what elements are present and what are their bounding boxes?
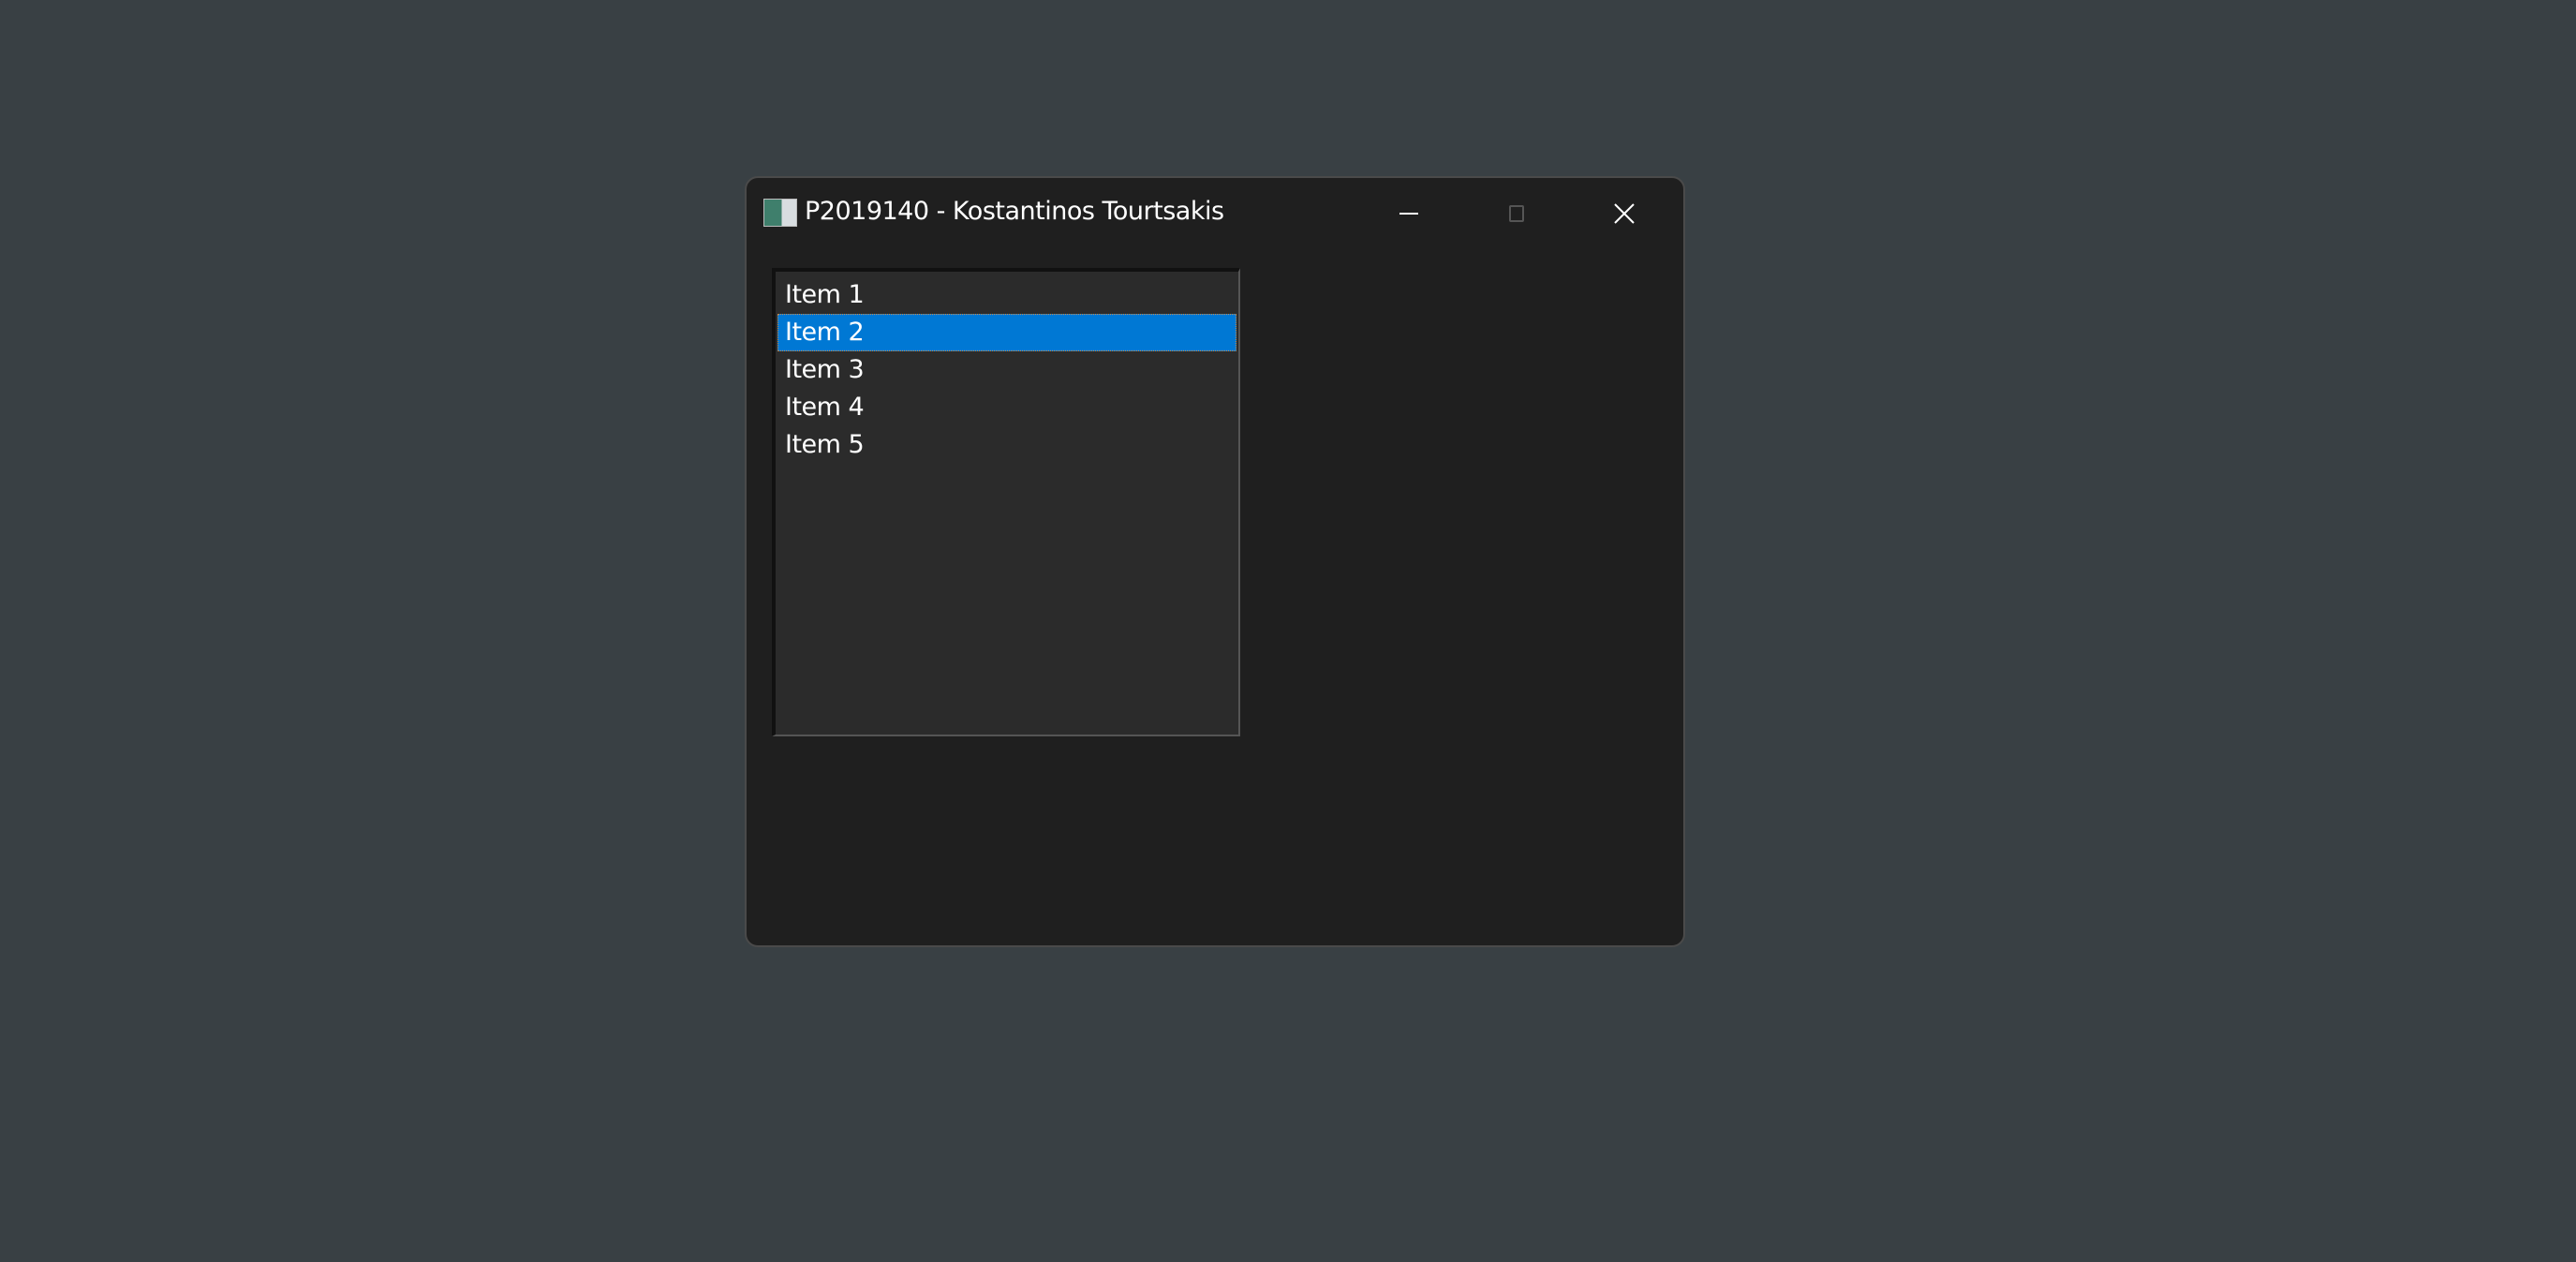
list-item[interactable]: Item 3: [777, 351, 1236, 389]
list-item[interactable]: Item 4: [777, 389, 1236, 426]
list-item-selected[interactable]: Item 2: [777, 314, 1236, 351]
list-item[interactable]: Item 5: [777, 426, 1236, 464]
item-listbox[interactable]: Item 1 Item 2 Item 3 Item 4 Item 5: [772, 268, 1240, 736]
minimize-icon: [1399, 213, 1418, 215]
maximize-button[interactable]: [1465, 186, 1568, 242]
close-icon: [1614, 203, 1635, 224]
close-button[interactable]: [1573, 186, 1676, 242]
window-title: P2019140 - Kostantinos Tourtsakis: [805, 197, 1224, 226]
maximize-icon: [1509, 205, 1524, 222]
minimize-button[interactable]: [1357, 186, 1460, 242]
list-item[interactable]: Item 1: [777, 276, 1236, 314]
title-bar[interactable]: P2019140 - Kostantinos Tourtsakis: [747, 178, 1683, 249]
app-window-icon: [763, 199, 797, 227]
app-window: P2019140 - Kostantinos Tourtsakis Item 1…: [745, 176, 1685, 947]
